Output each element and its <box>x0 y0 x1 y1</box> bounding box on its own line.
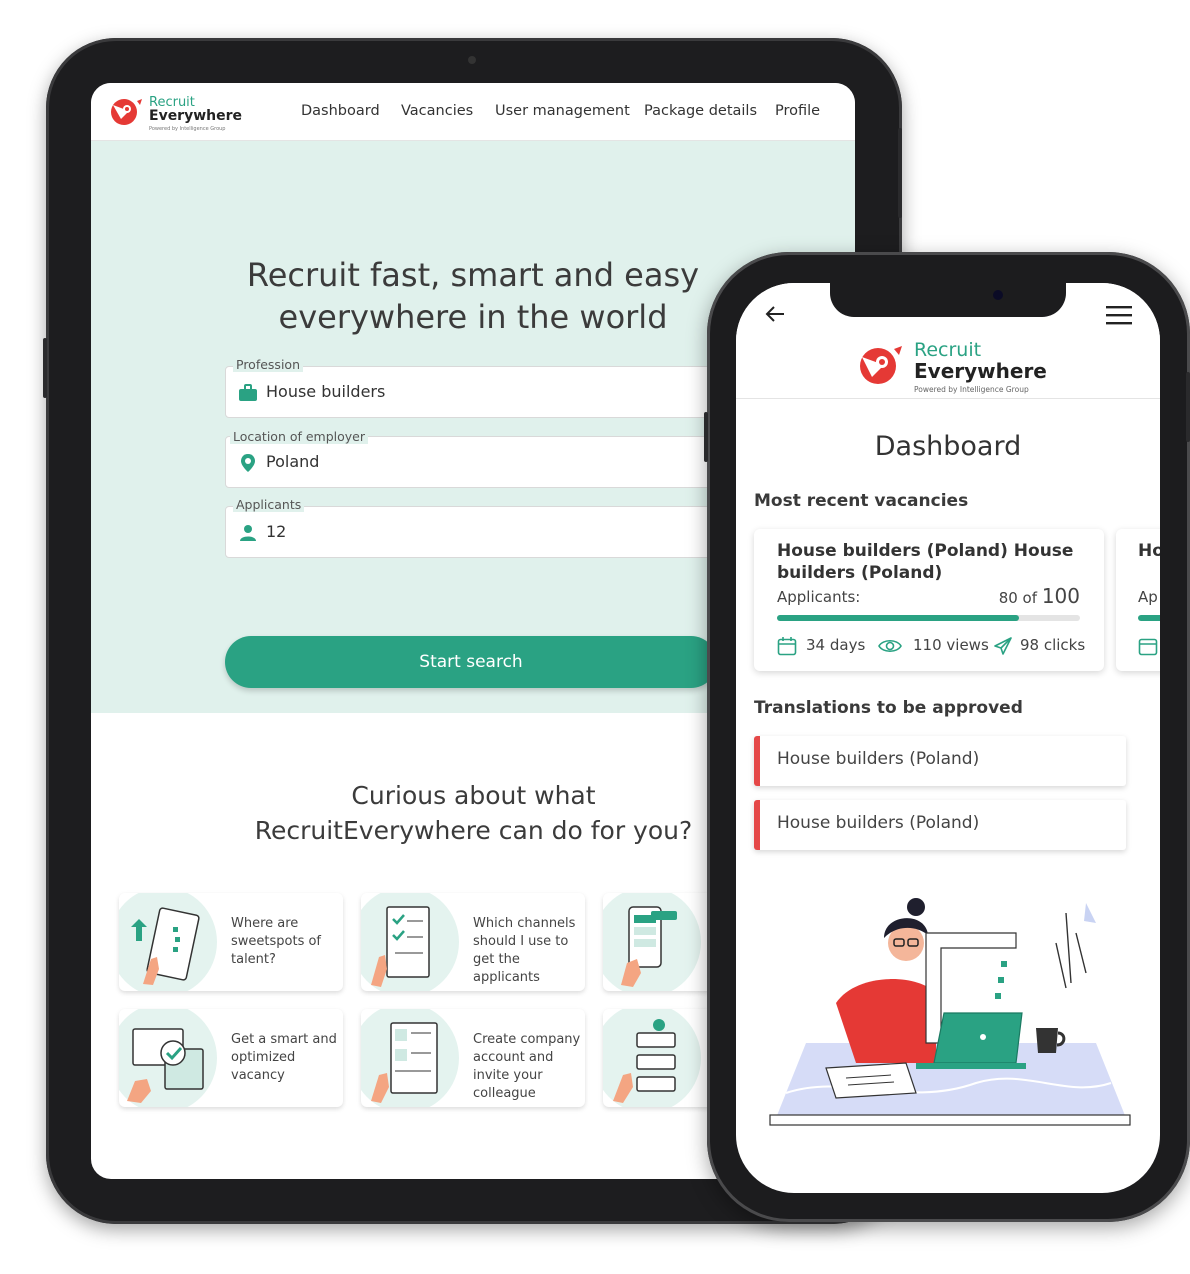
tablet-side-button <box>43 338 47 398</box>
vacancy-peek-progress <box>1138 615 1160 621</box>
logo-tagline: Powered by Intelligence Group <box>914 385 1029 394</box>
feature-card-company-account[interactable]: Create company account and invite your c… <box>361 1009 585 1107</box>
curious-line2: RecruitEverywhere can do for you? <box>254 816 693 845</box>
phone-side-button <box>1186 372 1190 442</box>
send-arrow-icon <box>994 637 1012 655</box>
curious-heading: Curious about what RecruitEverywhere can… <box>191 778 756 848</box>
logo-text-everywhere: Everywhere <box>914 359 1047 383</box>
phone-device: Recruit Everywhere Powered by Intelligen… <box>704 252 1190 1222</box>
views-value: 110 views <box>913 636 989 654</box>
briefcase-icon <box>239 384 257 401</box>
translation-item[interactable]: House builders (Poland) <box>754 736 1126 786</box>
recruiter-at-desk-illustration <box>769 898 1131 1126</box>
curious-line1: Curious about what <box>351 781 596 810</box>
feature-text: Create company account and invite your c… <box>473 1032 581 1101</box>
nav-dashboard[interactable]: Dashboard <box>301 103 380 119</box>
phone-camera <box>993 290 1003 300</box>
applicants-count-prefix: 80 of <box>998 589 1038 607</box>
translations-heading: Translations to be approved <box>754 698 1023 718</box>
applicants-progress-bar <box>777 615 1080 621</box>
start-search-button[interactable]: Start search <box>225 636 717 688</box>
back-arrow-icon[interactable] <box>764 303 786 325</box>
profession-field[interactable]: House builders <box>225 366 725 418</box>
location-label: Location of employer <box>230 429 369 444</box>
tablet-camera <box>468 56 476 64</box>
recent-vacancies-heading: Most recent vacancies <box>754 491 969 511</box>
phone-notch <box>830 283 1066 317</box>
nav-vacancies[interactable]: Vacancies <box>401 103 473 119</box>
vacancy-title: House builders (Poland) House builders (… <box>777 541 1074 583</box>
calendar-icon <box>777 637 797 656</box>
recruit-logo-icon <box>111 99 142 125</box>
phone-screen: Recruit Everywhere Powered by Intelligen… <box>736 283 1160 1193</box>
checklist-illustration-icon <box>371 906 430 987</box>
views-stat: 110 views <box>878 636 989 654</box>
translation-item[interactable]: House builders (Poland) <box>754 800 1126 850</box>
logo-text-everywhere: Everywhere <box>149 108 243 124</box>
location-pin-icon <box>241 454 255 472</box>
days-stat: 34 days <box>777 636 866 656</box>
nav-package-details[interactable]: Package details <box>644 103 757 119</box>
applicants-count: 80 of 100 <box>999 584 1080 608</box>
calendar-icon <box>1138 638 1158 656</box>
feature-card-smart-vacancy[interactable]: Get a smart and optimized vacancy <box>119 1009 343 1107</box>
tablet-side-button <box>898 128 902 218</box>
clicks-value: 98 clicks <box>1020 636 1086 654</box>
profiles-illustration-icon <box>613 1019 676 1103</box>
vacancy-peek-title: Ho <box>1138 541 1160 561</box>
translation-item-label: House builders (Poland) <box>777 813 980 833</box>
location-value: Poland <box>266 452 320 471</box>
progress-fill <box>777 615 1020 621</box>
feature-text: Get a smart and optimized vacancy <box>231 1032 337 1083</box>
phone-logo[interactable]: Recruit Everywhere Powered by Intelligen… <box>856 339 1056 394</box>
translation-item-label: House builders (Poland) <box>777 749 980 769</box>
applicants-value: 12 <box>266 522 287 541</box>
talent-map-illustration-icon <box>131 907 200 985</box>
clicks-stat: 98 clicks <box>994 636 1086 655</box>
applicants-label: Applicants: <box>777 588 861 606</box>
vacancy-card-peek[interactable]: Ho Ap <box>1116 529 1160 671</box>
logo-text-recruit: Recruit <box>914 339 982 361</box>
nav-user-management[interactable]: User management <box>495 103 630 119</box>
page-title: Dashboard <box>874 431 1022 462</box>
vacancy-peek-label: Ap <box>1138 588 1158 606</box>
recruit-logo-icon <box>860 346 902 384</box>
person-icon <box>240 525 256 541</box>
eye-icon <box>878 639 902 653</box>
tablet-header: Recruit Everywhere Powered by Intelligen… <box>91 83 855 141</box>
nav-profile[interactable]: Profile <box>775 103 820 119</box>
feature-card-channels[interactable]: Which channels should I use to get the a… <box>361 893 585 991</box>
phone-side-button <box>704 412 708 462</box>
applicants-select[interactable]: 12 ⌄ <box>225 506 842 558</box>
feature-text: Which channels should I use to get the a… <box>473 916 576 985</box>
applicants-label: Applicants <box>233 497 305 512</box>
feature-card-sweetspots[interactable]: Where are sweetspots of talent? <box>119 893 343 991</box>
feature-text: Where are sweetspots of talent? <box>231 916 322 967</box>
profession-label: Profession <box>233 357 303 372</box>
vacancy-card[interactable]: House builders (Poland) House builders (… <box>754 529 1104 671</box>
tablet-logo[interactable]: Recruit Everywhere Powered by Intelligen… <box>109 95 249 135</box>
approved-vacancy-illustration-icon <box>127 1028 204 1103</box>
phone-illustration-icon <box>621 906 677 987</box>
logo-tagline: Powered by Intelligence Group <box>149 126 226 132</box>
applicants-count-total: 100 <box>1041 584 1080 608</box>
hamburger-menu-icon[interactable] <box>1106 305 1132 325</box>
days-value: 34 days <box>806 636 866 654</box>
profession-value: House builders <box>266 382 386 401</box>
team-invite-illustration-icon <box>371 1022 438 1103</box>
